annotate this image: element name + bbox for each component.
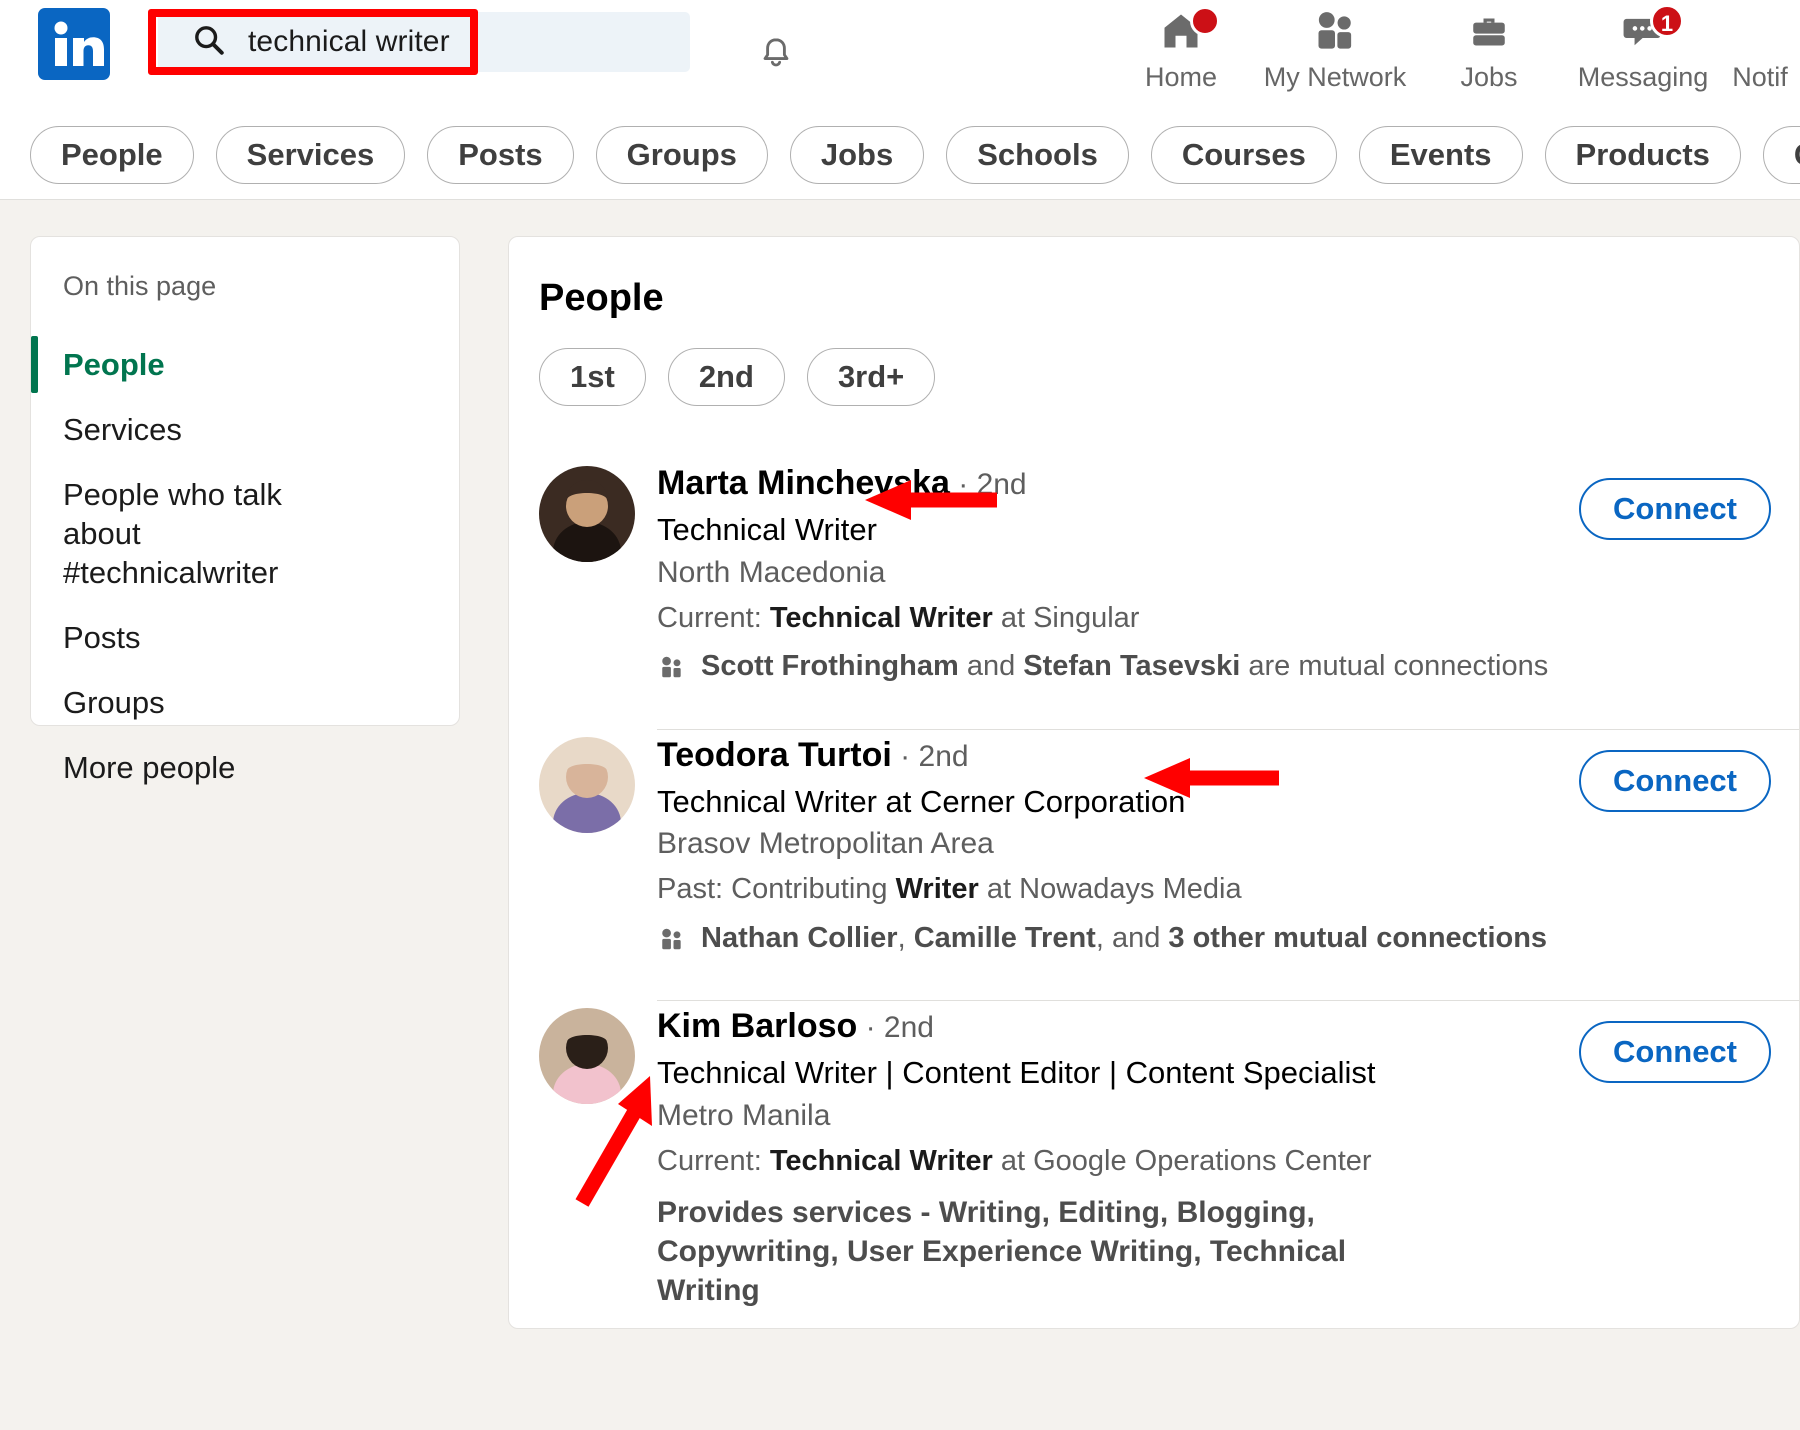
person-result-card[interactable]: Teodora Turtoi · 2nd Technical Writer at … bbox=[509, 711, 1799, 983]
person-degree: · 2nd bbox=[949, 468, 1027, 501]
degree-pill-2nd[interactable]: 2nd bbox=[667, 348, 785, 406]
nav-label-jobs: Jobs bbox=[1460, 62, 1518, 92]
header-top-row: technical writer Home My Network Jobs 1 … bbox=[0, 0, 1800, 110]
filter-pill-jobs[interactable]: Jobs bbox=[789, 125, 925, 184]
nav-item-home[interactable]: Home bbox=[1104, 0, 1258, 93]
global-header: technical writer Home My Network Jobs 1 … bbox=[0, 0, 1800, 200]
mutual-connections-icon bbox=[657, 925, 687, 964]
mutual-connections-icon bbox=[657, 653, 687, 692]
degree-filter-group: 1st 2nd 3rd+ bbox=[509, 348, 1799, 406]
primary-nav: Home My Network Jobs 1 Messaging Notif bbox=[1104, 0, 1800, 110]
filter-pill-services[interactable]: Services bbox=[215, 125, 406, 184]
person-current-past-line: Current: Technical Writer at Singular bbox=[657, 601, 1140, 634]
person-location: Metro Manila bbox=[657, 1098, 831, 1132]
messaging-badge: 1 bbox=[1650, 4, 1684, 38]
connect-button[interactable]: Connect bbox=[1579, 749, 1771, 812]
mutual-text: , and bbox=[1095, 922, 1169, 955]
connect-button[interactable]: Connect bbox=[1579, 478, 1771, 540]
person-name[interactable]: Marta Minchevska bbox=[657, 464, 950, 502]
page-body: On this page People Services People who … bbox=[0, 200, 1800, 1329]
person-name[interactable]: Kim Barloso bbox=[657, 1007, 857, 1045]
person-current-past-line: Past: Contributing Writer at Nowadays Me… bbox=[657, 873, 1242, 906]
filter-pill-events[interactable]: Events bbox=[1358, 125, 1523, 184]
mutual-name: Nathan Collier bbox=[701, 922, 898, 955]
avatar[interactable] bbox=[539, 466, 635, 562]
people-result-list: Marta Minchevska · 2nd Technical Writer No… bbox=[509, 440, 1799, 1328]
connect-button[interactable]: Connect bbox=[1579, 1021, 1771, 1084]
filter-pill-schools[interactable]: Schools bbox=[946, 125, 1129, 184]
degree-pill-3rd[interactable]: 3rd+ bbox=[806, 348, 936, 406]
search-icon bbox=[192, 23, 226, 62]
search-filter-pills: People Services Posts Groups Jobs School… bbox=[0, 110, 1800, 199]
nav-item-notifications[interactable]: Notif bbox=[1720, 0, 1800, 93]
search-value: technical writer bbox=[248, 25, 450, 58]
mutual-text: are mutual connections bbox=[1240, 650, 1549, 683]
mutual-connections-line: Scott Frothingham and Stefan Tasevski ar… bbox=[657, 647, 1779, 692]
nav-label-home: Home bbox=[1144, 62, 1218, 92]
briefcase-icon bbox=[1466, 9, 1512, 58]
mutual-connections-line: Nathan Collier, Camille Trent, and 3 oth… bbox=[657, 919, 1779, 964]
mutual-name: 3 other mutual connections bbox=[1168, 922, 1548, 955]
person-result-card[interactable]: Kim Barloso · 2nd Technical Writer | Cont… bbox=[509, 982, 1799, 1327]
avatar[interactable] bbox=[539, 1008, 635, 1105]
on-this-page-card: On this page People Services People who … bbox=[30, 236, 460, 785]
person-degree: · 2nd bbox=[857, 1011, 934, 1045]
notification-bell-icon[interactable] bbox=[758, 34, 794, 77]
nav-item-my-network[interactable]: My Network bbox=[1258, 0, 1412, 93]
filter-pill-products[interactable]: Products bbox=[1544, 125, 1741, 184]
home-badge bbox=[1190, 6, 1220, 36]
filter-pill-posts[interactable]: Posts bbox=[427, 125, 574, 184]
search-area: technical writer bbox=[148, 9, 789, 75]
person-degree: · 2nd bbox=[891, 739, 969, 773]
person-current-past-line: Current: Technical Writer at Google Oper… bbox=[657, 1144, 1372, 1177]
nav-label-my-network: My Network bbox=[1263, 62, 1407, 92]
sidebar-item-people-who-talk-about[interactable]: People who talk about #technicalwriter bbox=[31, 462, 361, 605]
sidebar-item-services[interactable]: Services bbox=[31, 397, 459, 462]
filter-pill-groups[interactable]: Groups bbox=[595, 125, 768, 184]
sidebar-item-groups[interactable]: Groups bbox=[31, 670, 459, 735]
mutual-text: , bbox=[897, 922, 914, 955]
sidebar-item-posts[interactable]: Posts bbox=[31, 605, 459, 670]
filter-pill-companies[interactable]: C bbox=[1762, 125, 1800, 184]
mutual-name: Stefan Tasevski bbox=[1023, 650, 1241, 683]
nav-label-messaging: Messaging bbox=[1577, 62, 1709, 92]
sidebar-item-people[interactable]: People bbox=[31, 332, 459, 397]
nav-item-messaging[interactable]: 1 Messaging bbox=[1566, 0, 1720, 93]
filter-pill-courses[interactable]: Courses bbox=[1150, 125, 1337, 184]
person-location: Brasov Metropolitan Area bbox=[657, 827, 994, 861]
degree-pill-1st[interactable]: 1st bbox=[539, 348, 646, 406]
people-results-card: People 1st 2nd 3rd+ Marta Minchevska · 2… bbox=[508, 236, 1800, 1329]
nav-label-notifications: Notif bbox=[1732, 62, 1788, 92]
avatar[interactable] bbox=[539, 736, 635, 833]
page-title: People bbox=[539, 277, 664, 319]
search-input[interactable]: technical writer bbox=[158, 12, 690, 72]
mutual-name: Scott Frothingham bbox=[701, 650, 959, 683]
mutual-name: Camille Trent bbox=[913, 922, 1096, 955]
sidebar-title: On this page bbox=[63, 271, 217, 301]
person-location: North Macedonia bbox=[657, 555, 886, 589]
person-result-card[interactable]: Marta Minchevska · 2nd Technical Writer No… bbox=[509, 440, 1799, 711]
person-name[interactable]: Teodora Turtoi bbox=[657, 736, 892, 774]
linkedin-logo[interactable] bbox=[38, 8, 110, 80]
sidebar-item-more-people[interactable]: More people bbox=[31, 735, 459, 800]
provides-services-line: Provides services - Writing, Editing, Bl… bbox=[657, 1195, 1347, 1307]
nav-item-jobs[interactable]: Jobs bbox=[1412, 0, 1566, 93]
filter-pill-people[interactable]: People bbox=[30, 125, 194, 184]
mutual-text: and bbox=[958, 650, 1024, 683]
people-icon bbox=[1310, 9, 1360, 58]
